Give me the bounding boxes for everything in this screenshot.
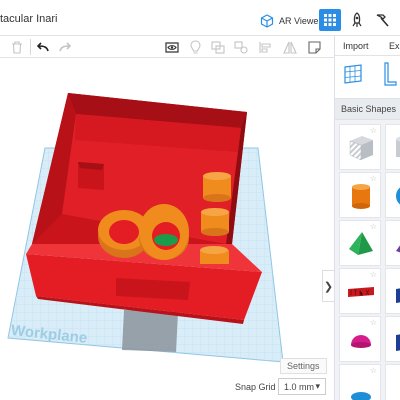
shape-scribble[interactable] bbox=[385, 268, 400, 314]
redo-icon bbox=[58, 41, 71, 51]
scene-canvas[interactable] bbox=[0, 58, 334, 400]
mirror-button[interactable] bbox=[281, 38, 299, 56]
undo-icon bbox=[36, 41, 49, 51]
cylinder-hole-icon bbox=[396, 136, 400, 157]
dropdown-arrow-icon: ▾ bbox=[315, 381, 320, 391]
shape-cylinder-hole[interactable] bbox=[385, 124, 400, 170]
ar-viewer-button[interactable]: AR Viewer bbox=[256, 10, 325, 32]
cylinder-object-1[interactable] bbox=[203, 172, 231, 202]
torus-icon bbox=[351, 392, 371, 400]
shape-wedge[interactable] bbox=[385, 316, 400, 362]
group-icon bbox=[211, 40, 225, 54]
align-button[interactable] bbox=[257, 38, 275, 56]
shape-roof[interactable] bbox=[385, 220, 400, 266]
cylinder-object-3[interactable] bbox=[200, 246, 229, 264]
red-box-object[interactable] bbox=[26, 93, 262, 324]
delete-button[interactable] bbox=[8, 38, 26, 56]
build-button[interactable] bbox=[372, 10, 392, 30]
trash-icon bbox=[12, 40, 22, 54]
hammer-icon bbox=[376, 14, 389, 27]
mirror-icon bbox=[283, 41, 297, 54]
box-hole-icon bbox=[349, 136, 373, 161]
grid-view-button[interactable] bbox=[319, 9, 341, 31]
ungroup-button[interactable] bbox=[232, 38, 250, 56]
shape-category-select[interactable]: Basic Shapes bbox=[335, 98, 400, 120]
show-all-button[interactable] bbox=[163, 38, 181, 56]
shape-torus[interactable]: ☆ bbox=[339, 364, 381, 400]
shape-cylinder[interactable]: ☆ bbox=[339, 172, 381, 218]
object-shadow bbox=[122, 310, 178, 352]
snap-grid-label: Snap Grid bbox=[235, 382, 276, 392]
shape-paraboloid[interactable] bbox=[385, 364, 400, 400]
half-sphere-icon bbox=[351, 335, 371, 348]
notes-button[interactable] bbox=[305, 38, 323, 56]
align-icon bbox=[259, 41, 271, 53]
redo-button[interactable] bbox=[56, 38, 74, 56]
panel-tabs: Import Expo bbox=[335, 36, 400, 56]
edit-toolbar bbox=[0, 36, 334, 58]
shape-sphere[interactable] bbox=[385, 172, 400, 218]
workplane-tool-icon[interactable] bbox=[343, 64, 363, 84]
shape-box-hole[interactable]: ☆ bbox=[339, 124, 381, 170]
rocket-button[interactable] bbox=[347, 10, 367, 30]
top-bar: tacular Inari AR Viewer bbox=[0, 0, 400, 36]
cylinder-object-2[interactable] bbox=[201, 208, 229, 236]
tinkercad-editor: tacular Inari AR Viewer Workplane Settin… bbox=[0, 0, 400, 400]
ruler-tool-icon[interactable] bbox=[383, 62, 397, 86]
wedge-icon bbox=[396, 334, 400, 351]
tube-object-2[interactable] bbox=[139, 204, 189, 260]
chevron-right-icon: ❯ bbox=[323, 280, 334, 293]
text-shape-icon bbox=[348, 287, 374, 297]
shape-text[interactable]: ☆ bbox=[339, 268, 381, 314]
export-tab[interactable]: Expo bbox=[389, 41, 400, 51]
sphere-icon bbox=[396, 187, 400, 205]
snap-grid-select[interactable]: 1.0 mm ▾ bbox=[278, 378, 326, 395]
undo-button[interactable] bbox=[33, 38, 51, 56]
rocket-icon bbox=[352, 12, 362, 27]
light-button[interactable] bbox=[186, 38, 204, 56]
settings-button[interactable]: Settings bbox=[280, 358, 327, 374]
toolbar-divider bbox=[30, 39, 31, 55]
shape-pyramid[interactable]: ☆ bbox=[339, 220, 381, 266]
collapse-panel-button[interactable]: ❯ bbox=[322, 270, 334, 302]
ar-viewer-icon bbox=[260, 14, 274, 28]
note-icon bbox=[307, 40, 321, 54]
ar-viewer-label: AR Viewer bbox=[279, 16, 322, 26]
visibility-icon bbox=[165, 41, 179, 53]
design-title[interactable]: tacular Inari bbox=[0, 13, 57, 25]
cylinder-icon bbox=[352, 184, 370, 209]
light-icon bbox=[189, 40, 201, 54]
import-tab[interactable]: Import bbox=[343, 41, 369, 51]
workplane-viewport[interactable]: Workplane Settings Snap Grid 1.0 mm ▾ ❯ bbox=[0, 58, 334, 400]
shape-half-sphere[interactable]: ☆ bbox=[339, 316, 381, 362]
snap-grid-value: 1.0 mm bbox=[284, 381, 315, 392]
grid-view-icon bbox=[324, 14, 336, 26]
shapes-panel: Import Expo Basic Shapes ☆ bbox=[334, 36, 400, 400]
panel-view-icons bbox=[335, 56, 400, 98]
ungroup-icon bbox=[234, 40, 248, 54]
shape-category-label: Basic Shapes bbox=[341, 104, 397, 114]
roof-icon bbox=[396, 245, 400, 253]
scribble-icon bbox=[396, 288, 400, 303]
group-button[interactable] bbox=[209, 38, 227, 56]
pyramid-icon bbox=[349, 232, 373, 255]
